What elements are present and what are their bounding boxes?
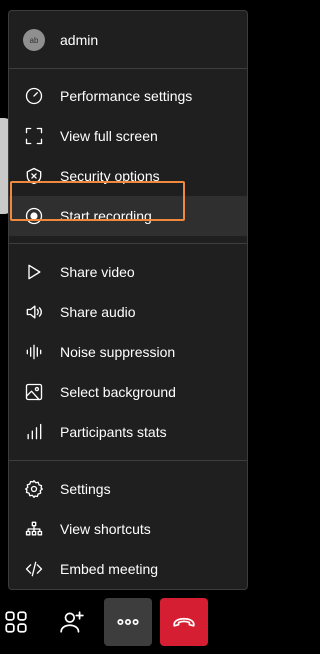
play-icon: [23, 261, 45, 283]
menu-item-label: Select background: [60, 384, 176, 400]
menu-item-performance-settings[interactable]: Performance settings: [9, 76, 247, 116]
fullscreen-icon: [23, 125, 45, 147]
shield-icon: [23, 165, 45, 187]
menu-item-select-background[interactable]: Select background: [9, 372, 247, 412]
menu-item-view-shortcuts[interactable]: View shortcuts: [9, 509, 247, 549]
menu-item-profile[interactable]: ab admin: [9, 20, 247, 60]
more-actions-button[interactable]: [104, 598, 152, 646]
image-icon: [23, 381, 45, 403]
leave-meeting-button[interactable]: [160, 598, 208, 646]
hangup-icon: [173, 617, 195, 627]
menu-item-security-options[interactable]: Security options: [9, 156, 247, 196]
menu-item-label: View full screen: [60, 128, 158, 144]
menu-item-label: Performance settings: [60, 88, 193, 104]
menu-item-settings[interactable]: Settings: [9, 469, 247, 509]
record-icon: [23, 205, 45, 227]
menu-item-share-video[interactable]: Share video: [9, 252, 247, 292]
menu-item-label: Settings: [60, 481, 111, 497]
invite-button[interactable]: [48, 598, 96, 646]
menu-item-noise-suppression[interactable]: Noise suppression: [9, 332, 247, 372]
tile-view-button[interactable]: [0, 598, 40, 646]
hierarchy-icon: [23, 518, 45, 540]
add-person-icon: [60, 611, 84, 633]
speaker-icon: [23, 301, 45, 323]
menu-item-share-audio[interactable]: Share audio: [9, 292, 247, 332]
gear-icon: [23, 478, 45, 500]
bottom-toolbar: [0, 598, 257, 646]
menu-item-participants-stats[interactable]: Participants stats: [9, 412, 247, 452]
gauge-icon: [23, 85, 45, 107]
menu-item-label: Security options: [60, 168, 160, 184]
bar-chart-icon: [23, 421, 45, 443]
grid-icon: [5, 611, 27, 633]
waveform-icon: [23, 341, 45, 363]
menu-item-view-full-screen[interactable]: View full screen: [9, 116, 247, 156]
menu-item-label: View shortcuts: [60, 521, 151, 537]
overflow-menu: ab admin Performance settings View full …: [8, 10, 248, 590]
menu-item-embed-meeting[interactable]: Embed meeting: [9, 549, 247, 589]
menu-item-label: Share video: [60, 264, 135, 280]
menu-item-label: Participants stats: [60, 424, 167, 440]
menu-item-label: Noise suppression: [60, 344, 176, 360]
profile-name: admin: [60, 32, 99, 48]
menu-item-label: Embed meeting: [60, 561, 159, 577]
menu-item-label: Share audio: [60, 304, 136, 320]
divider: [9, 460, 247, 461]
avatar: ab: [23, 29, 45, 51]
code-icon: [23, 558, 45, 580]
divider: [9, 243, 247, 244]
menu-item-start-recording[interactable]: Start recording: [9, 196, 247, 236]
more-dots-icon: [117, 618, 139, 626]
divider: [9, 68, 247, 69]
menu-item-label: Start recording: [60, 208, 152, 224]
